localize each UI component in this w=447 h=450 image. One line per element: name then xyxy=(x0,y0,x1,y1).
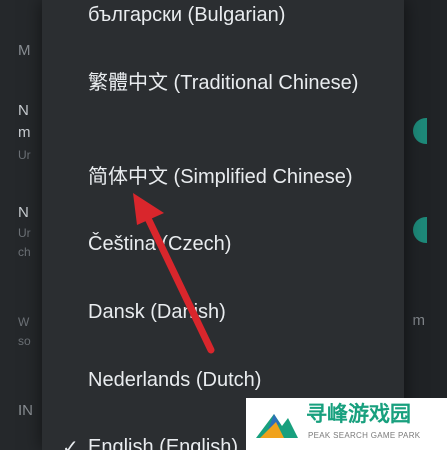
bg-fragment: N xyxy=(18,102,29,119)
watermark-title: 寻峰游戏园 xyxy=(306,403,411,426)
bg-fragment: Ur xyxy=(18,148,31,162)
language-option-danish[interactable]: Dansk (Danish) xyxy=(88,299,394,325)
bg-fragment: ch xyxy=(18,245,31,259)
language-option-simplified-chinese[interactable]: 简体中文 (Simplified Chinese) xyxy=(88,164,394,190)
screen: M N m Ur N Ur ch W so IN m български (Bu… xyxy=(0,0,447,450)
toggle-switch[interactable] xyxy=(413,217,427,243)
bg-right-label: m xyxy=(412,312,426,329)
language-option-traditional-chinese[interactable]: 繁體中文 (Traditional Chinese) xyxy=(66,70,366,96)
bg-fragment: IN xyxy=(18,402,33,419)
toggle-switch[interactable] xyxy=(413,118,427,144)
language-option-bulgarian[interactable]: български (Bulgarian) xyxy=(88,2,394,28)
bg-fragment: M xyxy=(18,42,31,59)
bg-fragment: W xyxy=(18,315,30,329)
watermark: 寻峰游戏园 PEAK SEARCH GAME PARK xyxy=(246,398,447,450)
peak-logo-icon xyxy=(256,414,298,438)
settings-left-strip xyxy=(0,0,48,450)
watermark-subtitle: PEAK SEARCH GAME PARK xyxy=(308,431,421,440)
bg-fragment: so xyxy=(18,334,31,348)
bg-fragment: m xyxy=(18,124,31,141)
language-option-dutch[interactable]: Nederlands (Dutch) xyxy=(88,367,394,393)
language-dialog: български (Bulgarian) 繁體中文 (Traditional … xyxy=(42,0,404,450)
language-option-czech[interactable]: Čeština (Czech) xyxy=(88,231,394,257)
bg-fragment: N xyxy=(18,204,29,221)
check-icon: ✓ xyxy=(62,437,79,450)
bg-fragment: Ur xyxy=(18,226,31,240)
